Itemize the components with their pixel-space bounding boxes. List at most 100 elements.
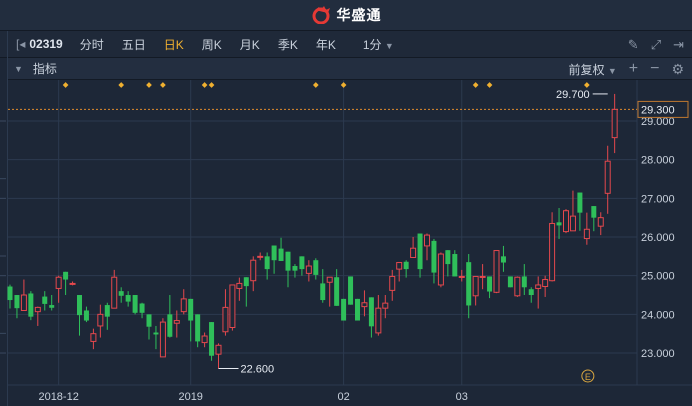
candle-body	[611, 108, 618, 139]
candle-body	[466, 262, 472, 306]
candle-body	[146, 314, 152, 327]
candle-body	[278, 248, 284, 261]
candle-body	[487, 276, 493, 292]
candle-body	[528, 289, 534, 296]
candle-body	[173, 320, 180, 324]
y-tick-label: 27.000	[641, 193, 675, 205]
candle-body	[229, 284, 236, 328]
x-tick-label: 2018-12	[38, 391, 78, 403]
event-marker	[160, 82, 166, 88]
candle-body	[195, 314, 201, 342]
candle-body	[313, 260, 319, 275]
candle-body	[479, 275, 486, 278]
event-marker	[312, 82, 319, 88]
candle-body	[361, 302, 368, 308]
candle-body	[521, 276, 527, 288]
candle-body	[493, 250, 500, 293]
x-tick-label: 2019	[178, 391, 202, 403]
candle-body	[292, 266, 298, 271]
candle-body	[77, 295, 82, 316]
event-marker	[118, 82, 125, 88]
event-marker	[486, 82, 493, 88]
candle-body	[445, 250, 451, 265]
candle-body	[452, 254, 458, 277]
candle-body	[341, 298, 347, 321]
candle-body	[55, 276, 62, 289]
candle-body	[500, 256, 506, 263]
event-marker	[146, 82, 152, 88]
candle-body	[348, 276, 354, 305]
candle-body	[257, 255, 264, 258]
candle-body	[299, 256, 305, 270]
candle-body	[236, 282, 243, 289]
candle-body	[535, 284, 542, 289]
candle-body	[209, 322, 215, 356]
candle-body	[285, 251, 291, 271]
candle-body	[215, 344, 222, 355]
candle-body	[97, 313, 104, 327]
candle-body	[375, 307, 382, 334]
candle-body	[437, 253, 444, 286]
event-marker	[62, 82, 69, 88]
candle-body	[264, 256, 270, 270]
y-tick-label: 26.000	[641, 232, 675, 244]
candle-body	[125, 295, 131, 302]
candle-body	[396, 262, 403, 270]
candle-body	[118, 291, 124, 296]
candle-body	[243, 277, 249, 287]
candle-body	[556, 222, 562, 226]
candle-body	[83, 310, 89, 321]
candle-body	[334, 277, 340, 306]
candle-body	[389, 275, 396, 291]
candle-body	[180, 298, 187, 313]
candle-body	[271, 245, 277, 261]
high-price-label: 29.700	[556, 89, 590, 101]
x-tick-label: 02	[337, 391, 349, 403]
candle-body	[542, 279, 549, 288]
event-marker	[584, 82, 590, 88]
x-tick-label: 03	[456, 391, 468, 403]
y-tick-label: 25.000	[641, 271, 675, 283]
candle-body	[472, 275, 479, 297]
candle-body	[326, 276, 333, 283]
candle-body	[139, 303, 145, 313]
candle-body	[569, 215, 576, 232]
candle-body	[188, 298, 194, 321]
candle-body	[20, 294, 27, 311]
candle-body	[424, 234, 430, 247]
candle-body	[90, 333, 97, 342]
candle-body	[63, 271, 69, 280]
candle-body	[305, 265, 312, 274]
candle-body	[42, 296, 48, 304]
candle-body	[159, 321, 166, 358]
candle-body	[14, 295, 20, 309]
candle-body	[507, 276, 513, 288]
candle-body	[431, 240, 437, 273]
y-tick-label: 28.000	[641, 155, 675, 167]
candle-body	[167, 314, 173, 337]
candle-body	[549, 222, 556, 282]
candle-body	[153, 332, 159, 335]
candle-body	[34, 306, 41, 313]
event-marker	[340, 82, 347, 88]
earnings-icon-label: E	[585, 372, 591, 382]
candle-body	[201, 335, 208, 344]
candle-body	[49, 305, 55, 308]
candle-body	[591, 206, 597, 218]
candle-body	[583, 228, 590, 240]
candle-body	[382, 302, 389, 309]
candle-body	[7, 286, 13, 301]
candle-body	[417, 233, 423, 270]
y-tick-label: 23.000	[641, 348, 675, 360]
candle-body	[604, 160, 611, 194]
candle-body	[250, 259, 257, 282]
candle-body	[577, 192, 583, 213]
candle-body	[410, 247, 417, 259]
candle-body	[514, 276, 521, 297]
candle-body	[28, 293, 34, 317]
candle-body	[320, 283, 326, 301]
candlestick-chart[interactable]: 29.00028.00027.00026.00025.00024.00023.0…	[0, 0, 692, 406]
candle-body	[111, 276, 118, 309]
candle-body	[355, 298, 360, 321]
candle-body	[222, 306, 229, 333]
